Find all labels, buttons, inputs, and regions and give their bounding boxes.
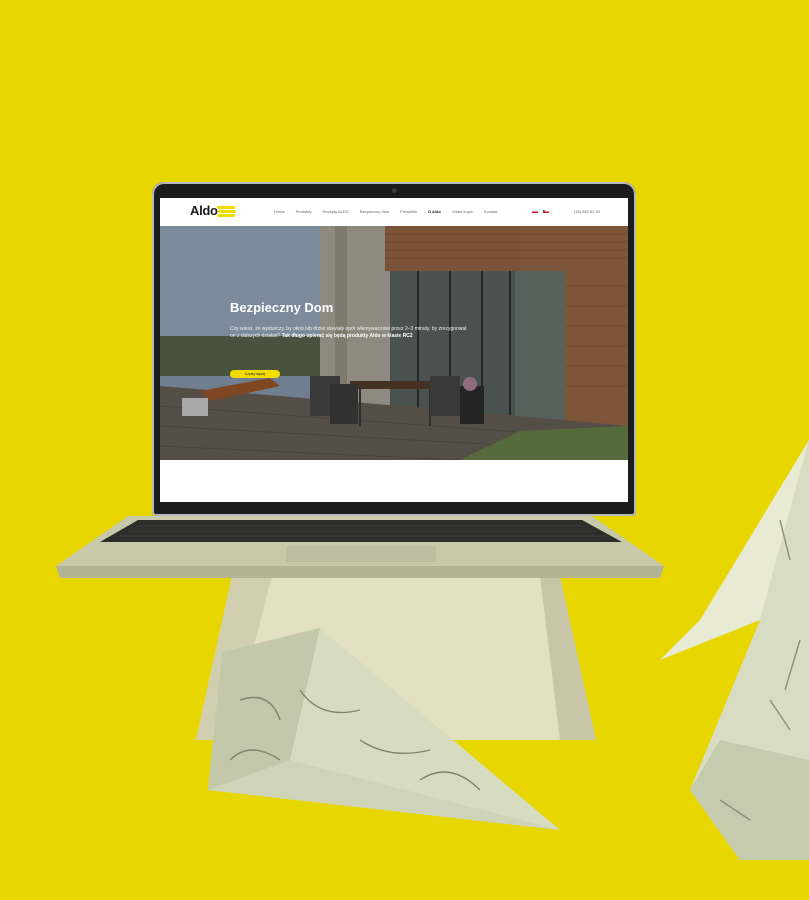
page-content-area: [160, 460, 628, 502]
logo-mark-icon: [217, 206, 236, 217]
webcam-icon: [392, 188, 397, 193]
laptop-keyboard-base: [56, 516, 664, 578]
flag-cz-icon[interactable]: [543, 210, 549, 213]
read-more-button[interactable]: Czytaj więcej: [230, 370, 280, 378]
brand-logo[interactable]: Aldo: [190, 203, 218, 218]
website-screen: Aldo Home Produkty Recepty ALDO Bezpiecz…: [160, 198, 628, 502]
hero-title: Bezpieczny Dom: [230, 300, 334, 315]
nav-kontakt[interactable]: Kontakt: [484, 209, 498, 214]
phone-number[interactable]: (33) 852 82 52: [574, 209, 600, 214]
nav-bezpieczny-dom[interactable]: Bezpieczny dom: [360, 209, 389, 214]
hero-overlay: [160, 226, 628, 460]
hero-description: Czy wiesz, że wystarczy, by okno lub drz…: [230, 326, 470, 340]
nav-o-aldo[interactable]: O Aldo: [428, 209, 441, 214]
nav-recepty[interactable]: Recepty ALDO: [322, 209, 348, 214]
laptop-screen-frame: Aldo Home Produkty Recepty ALDO Bezpiecz…: [152, 182, 636, 516]
hero-banner: Bezpieczny Dom Czy wiesz, że wystarczy, …: [160, 226, 628, 460]
flag-pl-icon[interactable]: [532, 210, 538, 213]
site-header: Aldo Home Produkty Recepty ALDO Bezpiecz…: [160, 198, 628, 227]
nav-produkty[interactable]: Produkty: [296, 209, 312, 214]
main-nav: Home Produkty Recepty ALDO Bezpieczny do…: [274, 209, 508, 214]
nav-home[interactable]: Home: [274, 209, 285, 214]
product-mockup-scene: Aldo Home Produkty Recepty ALDO Bezpiecz…: [0, 0, 809, 900]
hero-text-bold: Tak długo opierać się będą produkty Aldo…: [281, 333, 413, 339]
nav-gdzie-kupic[interactable]: Gdzie kupić: [452, 209, 473, 214]
nav-poradniki[interactable]: Poradniki: [400, 209, 417, 214]
